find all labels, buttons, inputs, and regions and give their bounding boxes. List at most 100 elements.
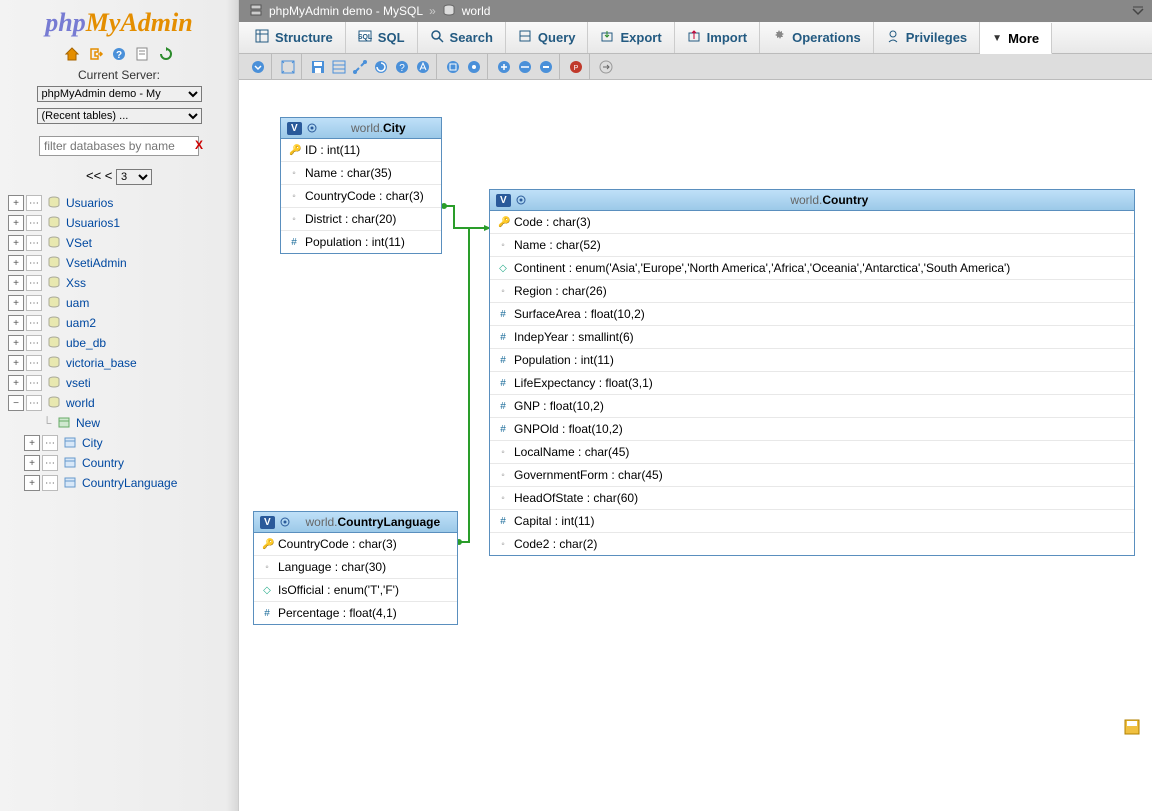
table-column[interactable]: ◦LocalName : char(45) bbox=[490, 441, 1134, 464]
table-label[interactable]: City bbox=[82, 436, 103, 450]
fullscreen-icon[interactable] bbox=[279, 58, 297, 76]
table-label[interactable]: New bbox=[76, 416, 100, 430]
table-column[interactable]: ◦HeadOfState : char(60) bbox=[490, 487, 1134, 510]
expand-detail-icon[interactable]: ⋯ bbox=[26, 395, 42, 411]
expand-detail-icon[interactable]: ⋯ bbox=[26, 195, 42, 211]
table-item-country[interactable]: +⋯ Country bbox=[24, 453, 230, 473]
expand-toggle-icon[interactable]: + bbox=[8, 215, 24, 231]
reload-icon[interactable] bbox=[158, 46, 174, 62]
designer-table-countrylanguage[interactable]: Vworld.CountryLanguage🔑CountryCode : cha… bbox=[253, 511, 458, 625]
expand-toggle-icon[interactable]: + bbox=[8, 275, 24, 291]
expand-toggle-icon[interactable]: + bbox=[8, 235, 24, 251]
expand-toggle-icon[interactable]: + bbox=[8, 315, 24, 331]
table-visibility-icon[interactable]: V bbox=[287, 122, 302, 135]
tab-query[interactable]: Query bbox=[506, 22, 589, 53]
expand-detail-icon[interactable]: ⋯ bbox=[42, 475, 58, 491]
expand-detail-icon[interactable]: ⋯ bbox=[26, 315, 42, 331]
table-options-icon[interactable] bbox=[306, 122, 318, 134]
db-item-vseti[interactable]: +⋯vseti bbox=[8, 373, 230, 393]
table-column[interactable]: ◦Language : char(30) bbox=[254, 556, 457, 579]
table-list-icon[interactable] bbox=[330, 58, 348, 76]
tab-more[interactable]: ▼More bbox=[980, 23, 1052, 54]
logout-icon[interactable] bbox=[88, 46, 104, 62]
snap-grid-icon[interactable] bbox=[444, 58, 462, 76]
db-item-uam[interactable]: +⋯uam bbox=[8, 293, 230, 313]
filter-clear-icon[interactable]: X bbox=[195, 138, 203, 152]
expand-detail-icon[interactable]: ⋯ bbox=[26, 215, 42, 231]
table-header[interactable]: Vworld.City bbox=[281, 118, 441, 139]
table-column[interactable]: #Population : int(11) bbox=[281, 231, 441, 253]
db-label[interactable]: VSet bbox=[66, 236, 92, 250]
table-column[interactable]: #SurfaceArea : float(10,2) bbox=[490, 303, 1134, 326]
expand-toggle-icon[interactable]: + bbox=[24, 455, 40, 471]
tab-export[interactable]: Export bbox=[588, 22, 674, 53]
table-header[interactable]: Vworld.Country bbox=[490, 190, 1134, 211]
expand-detail-icon[interactable]: ⋯ bbox=[26, 275, 42, 291]
db-item-world[interactable]: −⋯world bbox=[8, 393, 230, 413]
tab-import[interactable]: Import bbox=[675, 22, 760, 53]
toggle-menu-icon[interactable] bbox=[249, 58, 267, 76]
expand-toggle-icon[interactable]: + bbox=[8, 255, 24, 271]
db-label[interactable]: ube_db bbox=[66, 336, 106, 350]
db-item-xss[interactable]: +⋯ Xss bbox=[8, 273, 230, 293]
expand-detail-icon[interactable]: ⋯ bbox=[26, 235, 42, 251]
help-designer-icon[interactable]: ? bbox=[393, 58, 411, 76]
server-select[interactable]: phpMyAdmin demo - My bbox=[37, 86, 202, 102]
expand-detail-icon[interactable]: ⋯ bbox=[26, 335, 42, 351]
expand-detail-icon[interactable]: ⋯ bbox=[26, 295, 42, 311]
table-column[interactable]: #Percentage : float(4,1) bbox=[254, 602, 457, 624]
expand-detail-icon[interactable]: ⋯ bbox=[26, 375, 42, 391]
expand-toggle-icon[interactable]: + bbox=[8, 355, 24, 371]
designer-table-city[interactable]: Vworld.City🔑ID : int(11)◦Name : char(35)… bbox=[280, 117, 442, 254]
pager-prev[interactable]: << < bbox=[86, 168, 112, 183]
table-column[interactable]: ◦Region : char(26) bbox=[490, 280, 1134, 303]
table-item-countrylanguage[interactable]: +⋯CountryLanguage bbox=[24, 473, 230, 493]
db-label[interactable]: Xss bbox=[66, 276, 86, 290]
table-column[interactable]: 🔑Code : char(3) bbox=[490, 211, 1134, 234]
table-column[interactable]: #Population : int(11) bbox=[490, 349, 1134, 372]
reload-designer-icon[interactable] bbox=[372, 58, 390, 76]
expand-toggle-icon[interactable]: + bbox=[8, 195, 24, 211]
table-column[interactable]: ◦CountryCode : char(3) bbox=[281, 185, 441, 208]
db-item-vsetiadmin[interactable]: +⋯VsetiAdmin bbox=[8, 253, 230, 273]
direct-relation-icon[interactable] bbox=[516, 58, 534, 76]
db-label[interactable]: Usuarios1 bbox=[66, 216, 120, 230]
table-column[interactable]: #GNP : float(10,2) bbox=[490, 395, 1134, 418]
expand-toggle-icon[interactable]: + bbox=[24, 475, 40, 491]
export-pdf-icon[interactable]: P bbox=[567, 58, 585, 76]
table-column[interactable]: 🔑ID : int(11) bbox=[281, 139, 441, 162]
db-item-ube_db[interactable]: +⋯ube_db bbox=[8, 333, 230, 353]
breadcrumb-server[interactable]: phpMyAdmin demo - MySQL bbox=[269, 4, 423, 18]
db-item-usuarios1[interactable]: +⋯ Usuarios1 bbox=[8, 213, 230, 233]
tab-operations[interactable]: Operations bbox=[760, 22, 874, 53]
expand-detail-icon[interactable]: ⋯ bbox=[42, 455, 58, 471]
db-item-usuarios[interactable]: +⋯Usuarios bbox=[8, 193, 230, 213]
db-item-uam2[interactable]: +⋯ uam2 bbox=[8, 313, 230, 333]
breadcrumb-db[interactable]: world bbox=[462, 4, 491, 18]
recent-tables-select[interactable]: (Recent tables) ... bbox=[37, 108, 202, 124]
table-visibility-icon[interactable]: V bbox=[260, 516, 275, 529]
db-label[interactable]: uam2 bbox=[66, 316, 96, 330]
db-item-victoria_base[interactable]: +⋯ victoria_base bbox=[8, 353, 230, 373]
table-column[interactable]: ◦Code2 : char(2) bbox=[490, 533, 1134, 555]
table-column[interactable]: #GNPOld : float(10,2) bbox=[490, 418, 1134, 441]
db-label[interactable]: uam bbox=[66, 296, 89, 310]
table-item-new[interactable]: └New bbox=[24, 413, 230, 433]
help-icon[interactable]: ? bbox=[111, 46, 127, 62]
tab-privileges[interactable]: Privileges bbox=[874, 22, 980, 53]
table-column[interactable]: #IndepYear : smallint(6) bbox=[490, 326, 1134, 349]
expand-detail-icon[interactable]: ⋯ bbox=[42, 435, 58, 451]
table-column[interactable]: ◦Name : char(35) bbox=[281, 162, 441, 185]
collapse-top-icon[interactable] bbox=[1128, 0, 1148, 22]
tab-search[interactable]: Search bbox=[418, 22, 506, 53]
save-icon[interactable] bbox=[309, 58, 327, 76]
expand-toggle-icon[interactable]: + bbox=[8, 375, 24, 391]
table-header[interactable]: Vworld.CountryLanguage bbox=[254, 512, 457, 533]
designer-canvas[interactable]: Vworld.City🔑ID : int(11)◦Name : char(35)… bbox=[239, 80, 1152, 811]
expand-detail-icon[interactable]: ⋯ bbox=[26, 355, 42, 371]
relation-icon[interactable] bbox=[351, 58, 369, 76]
db-label[interactable]: victoria_base bbox=[66, 356, 137, 370]
table-label[interactable]: Country bbox=[82, 456, 124, 470]
remove-relation-icon[interactable] bbox=[537, 58, 555, 76]
table-column[interactable]: ◦GovernmentForm : char(45) bbox=[490, 464, 1134, 487]
